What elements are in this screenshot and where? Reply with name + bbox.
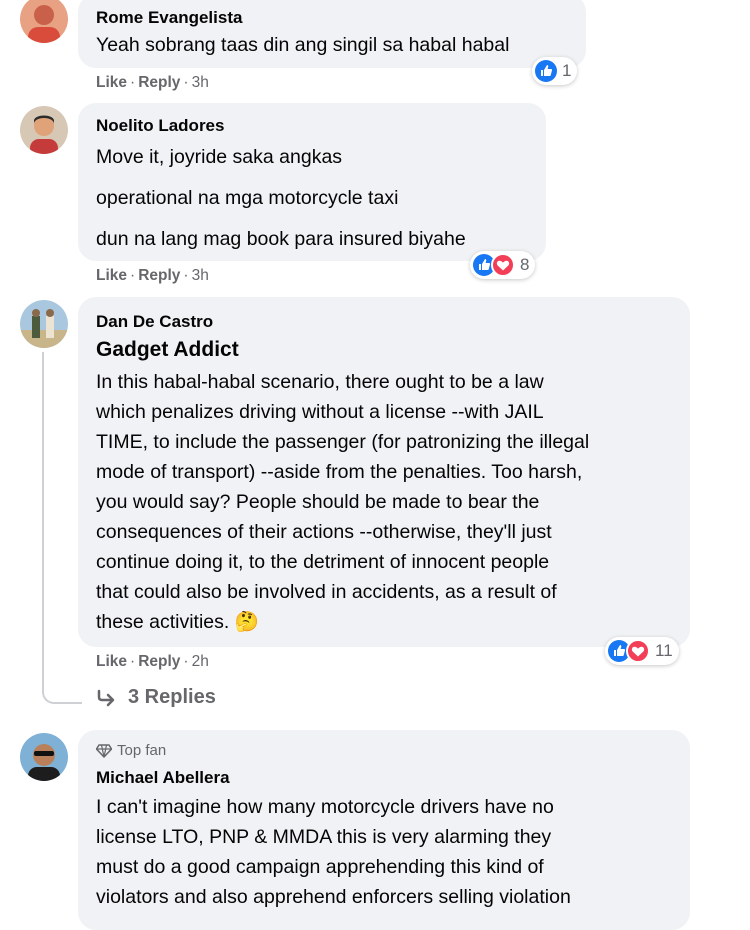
reaction-count: 1 xyxy=(562,61,572,80)
comment-actions: Like · Reply · 3h xyxy=(96,267,209,284)
comment-time[interactable]: 2h xyxy=(192,653,209,670)
reply-link[interactable]: Reply xyxy=(138,74,180,91)
reply-link[interactable]: Reply xyxy=(138,267,180,284)
comment-text: operational na mga motorcycle taxi xyxy=(96,187,399,209)
like-link[interactable]: Like xyxy=(96,653,127,670)
comment-text: Move it, joyride saka angkas xyxy=(96,146,343,168)
comment-author[interactable]: Michael Abellera xyxy=(96,768,230,788)
replies-label: 3 Replies xyxy=(128,686,216,708)
comment-headline: Gadget Addict xyxy=(96,338,239,361)
like-link[interactable]: Like xyxy=(96,267,127,284)
comment-author[interactable]: Noelito Ladores xyxy=(96,116,224,136)
avatar[interactable] xyxy=(20,300,68,348)
avatar[interactable] xyxy=(20,0,68,43)
comment-time[interactable]: 3h xyxy=(192,74,209,91)
comment-text: Yeah sobrang taas din ang singil sa haba… xyxy=(96,34,510,56)
like-link[interactable]: Like xyxy=(96,74,127,91)
comment-text: dun na lang mag book para insured biyahe xyxy=(96,228,466,250)
reaction-count: 11 xyxy=(655,641,673,660)
reaction-summary[interactable]: 1 xyxy=(532,57,578,85)
thinking-emoji: 🤔 xyxy=(234,611,260,633)
view-replies-button[interactable]: 3 Replies xyxy=(96,686,216,709)
comment-text: I can't imagine how many motorcycle driv… xyxy=(96,796,571,908)
avatar[interactable] xyxy=(20,733,68,781)
comment-author[interactable]: Rome Evangelista xyxy=(96,8,242,28)
reaction-count: 8 xyxy=(520,255,530,274)
reply-link[interactable]: Reply xyxy=(138,653,180,670)
comment-author[interactable]: Dan De Castro xyxy=(96,312,213,332)
reaction-summary[interactable]: 8 xyxy=(470,251,536,279)
reaction-summary[interactable]: 11 xyxy=(605,637,679,665)
comment-bubble: Top fan Michael Abellera I can't imagine… xyxy=(78,730,690,930)
comment-bubble: Noelito Ladores Move it, joyride saka an… xyxy=(78,103,546,261)
love-icon xyxy=(491,253,515,277)
comment-bubble: Rome Evangelista Yeah sobrang taas din a… xyxy=(78,0,586,68)
avatar[interactable] xyxy=(20,106,68,154)
diamond-icon xyxy=(96,743,112,758)
top-fan-badge: Top fan xyxy=(96,742,166,759)
comment-bubble: Dan De Castro Gadget Addict In this haba… xyxy=(78,297,690,647)
comment-actions: Like · Reply · 3h xyxy=(96,74,209,91)
comment-text: In this habal-habal scenario, there ough… xyxy=(96,371,590,633)
comment-actions: Like · Reply · 2h xyxy=(96,653,209,670)
comment-time[interactable]: 3h xyxy=(192,267,209,284)
love-icon xyxy=(626,639,650,663)
reply-arrow-icon xyxy=(97,689,115,706)
reply-thread-line xyxy=(42,352,82,704)
like-icon xyxy=(535,60,557,82)
